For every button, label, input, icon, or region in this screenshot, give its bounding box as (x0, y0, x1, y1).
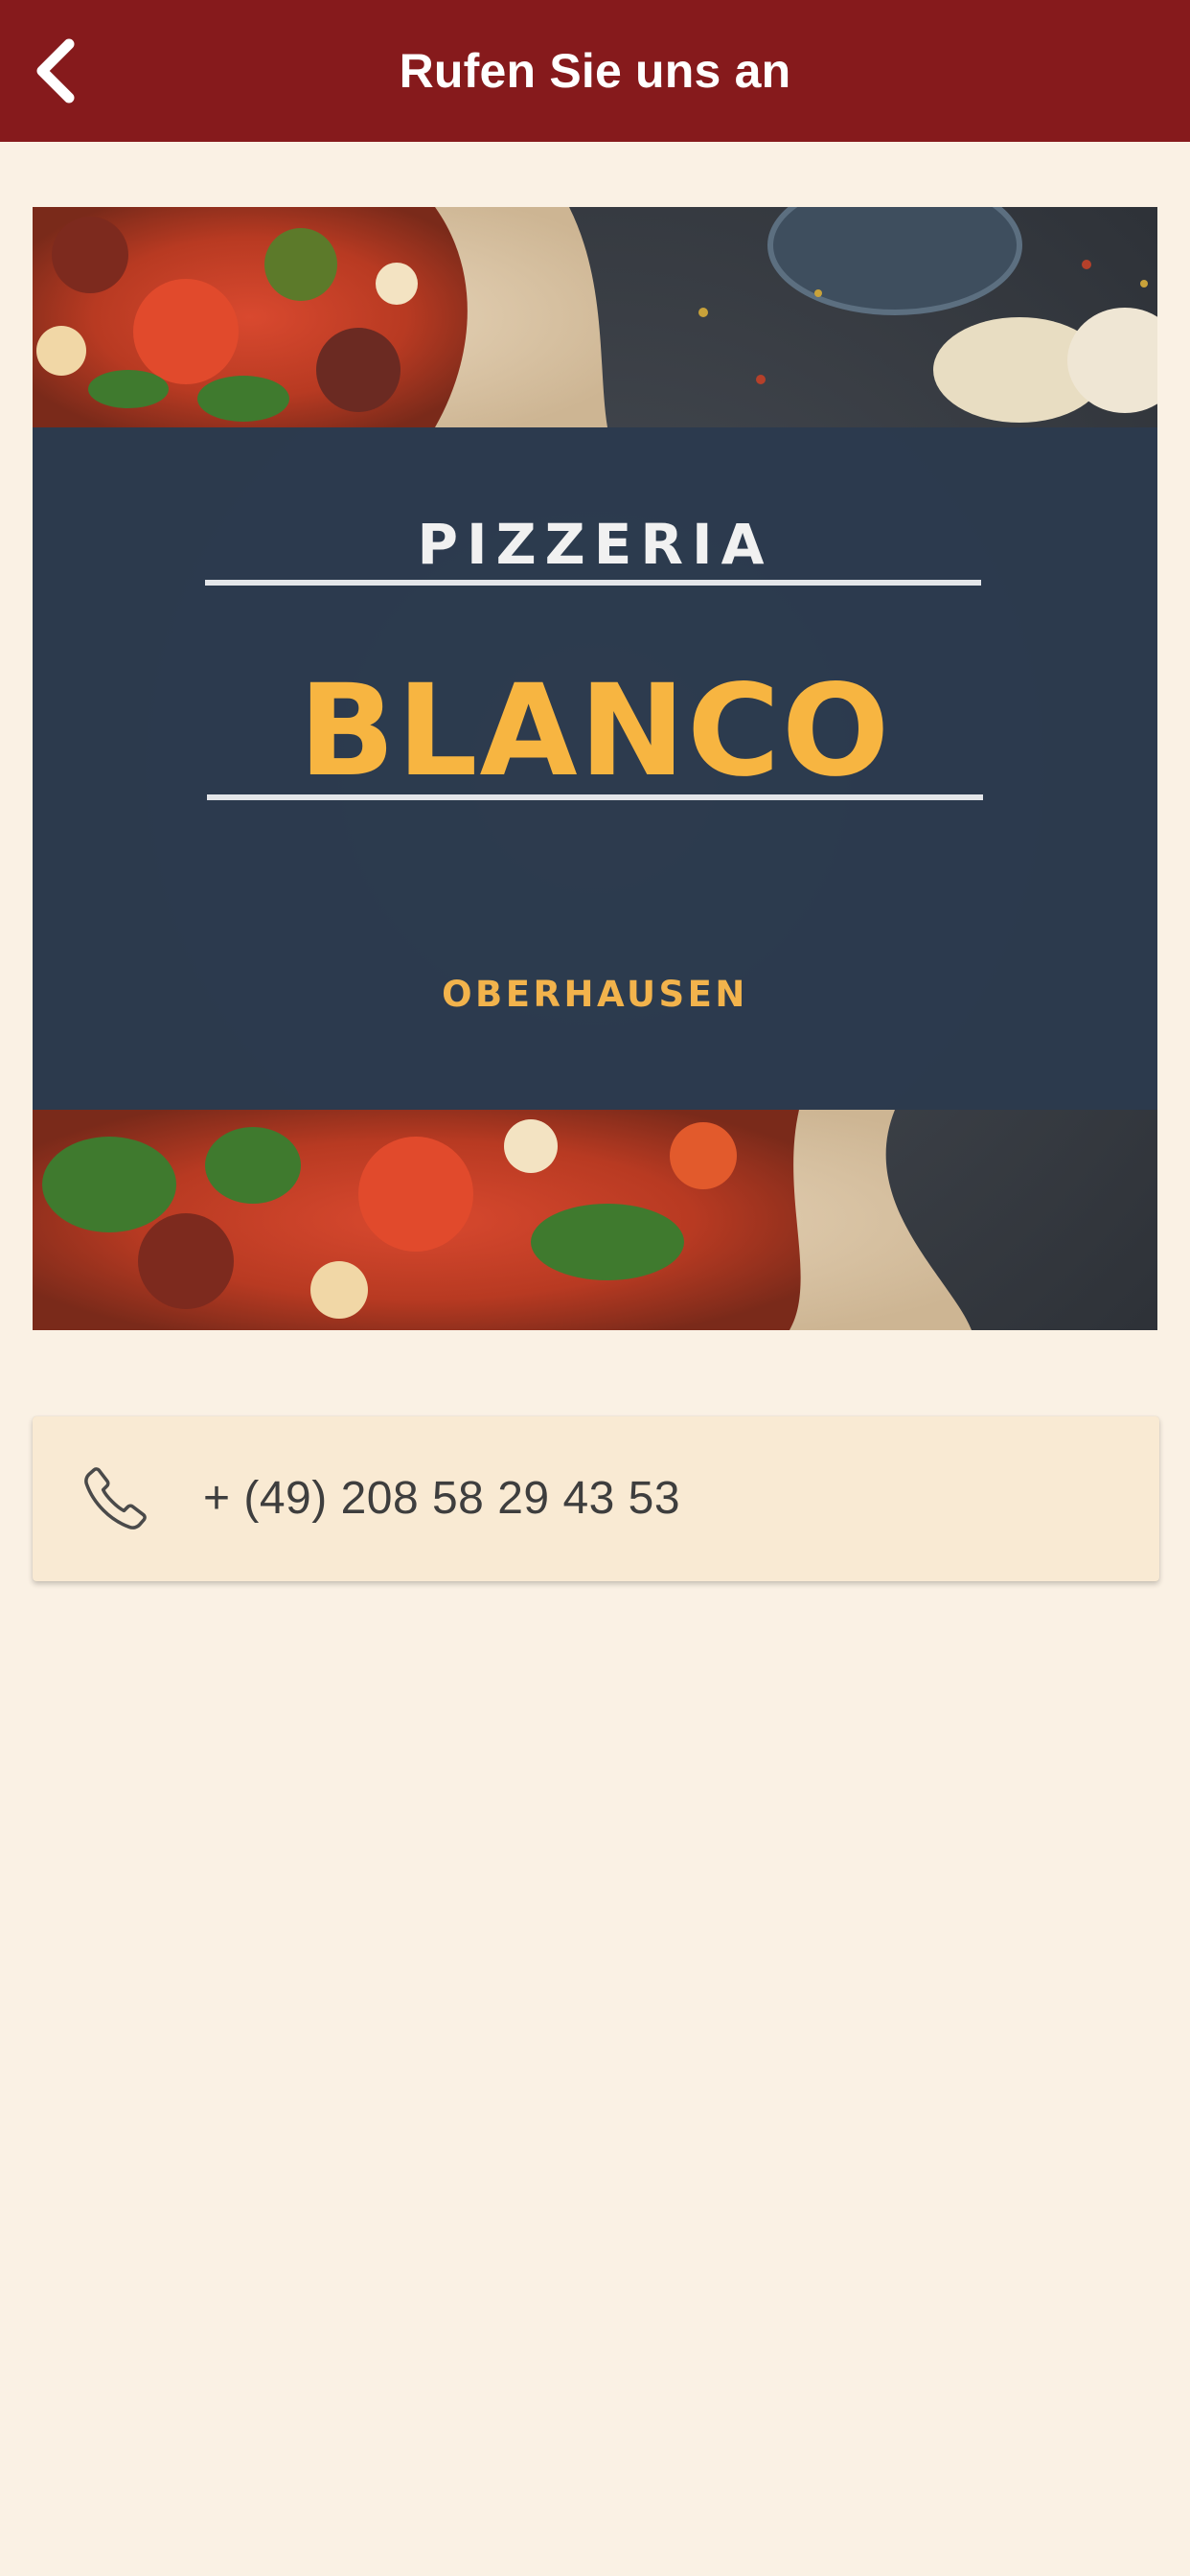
pizzeria-banner-image: PIZZERIA BLANCO OBERHAUSEN (33, 207, 1157, 1330)
page-title: Rufen Sie uns an (399, 44, 791, 98)
app-header: Rufen Sie uns an (0, 0, 1190, 142)
banner-line-pizzeria: PIZZERIA (417, 512, 773, 577)
banner-line-city: OBERHAUSEN (442, 974, 748, 1015)
banner-line-name: BLANCO (298, 657, 892, 805)
chevron-left-icon (36, 38, 75, 104)
phone-icon (84, 1467, 147, 1530)
phone-call-card[interactable]: + (49) 208 58 29 43 53 (33, 1416, 1159, 1581)
phone-number[interactable]: + (49) 208 58 29 43 53 (203, 1416, 680, 1581)
back-button[interactable] (17, 33, 94, 109)
